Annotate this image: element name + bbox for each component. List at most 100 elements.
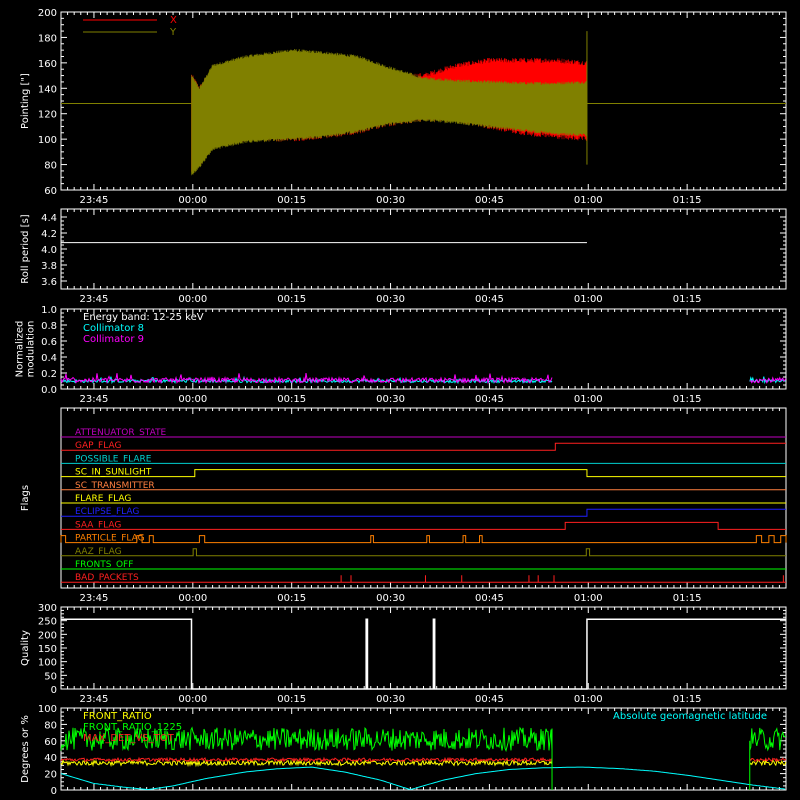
x-tick-label: 01:15 (673, 195, 702, 206)
panel-roll: Roll period [s] 23:45 00:00 00:15 00:30 00:45… (20, 208, 787, 305)
y-tick-label: 1.0 (41, 305, 57, 316)
y-tick-label: 300 (38, 603, 57, 614)
y-axis-label: Pointing ["] (20, 73, 31, 129)
x-tick-label: 01:00 (574, 195, 603, 206)
legend-label: FRONT_RATIO (83, 711, 152, 722)
y-tick-label: 50 (44, 671, 57, 682)
x-tick-label: 00:30 (376, 593, 405, 604)
y-tick-label: 0.0 (41, 385, 57, 396)
panel-flags: Flags 23:45 00:00 00:15 00:30 00:45 01:00 01:15… (20, 407, 787, 604)
x-tick-label: 00:30 (376, 394, 405, 405)
y-tick-label: 0 (51, 786, 57, 797)
y-tick-label: 80 (44, 161, 57, 172)
x-tick-label: 00:00 (178, 195, 207, 206)
x-tick-label: 23:45 (80, 294, 109, 305)
y-tick-label: 100 (38, 135, 57, 146)
x-tick-label: 00:30 (376, 694, 405, 705)
series-max-det-vs-tot (749, 757, 787, 763)
x-tick-label: 01:00 (574, 394, 603, 405)
y-tick-label: 180 (38, 33, 57, 44)
legend-label: Y (169, 27, 177, 38)
x-tick-label: 23:45 (80, 195, 109, 206)
x-tick-label: 01:15 (673, 593, 702, 604)
flag-trace (60, 535, 787, 544)
legend-label: FRONT_RATIO_1225 (83, 722, 182, 733)
flag-trace (61, 508, 786, 517)
y-tick-label: 100 (38, 704, 57, 715)
collimator-9-line (60, 373, 553, 385)
x-tick-label: 00:15 (277, 694, 306, 705)
y-tick-label: 0.8 (41, 321, 57, 332)
panel-ratios: Degrees or % 0 20 40 60 80 100 FRONT_RATIOFRONT… (20, 704, 787, 797)
series-max-det-vs-tot (60, 756, 553, 763)
x-tick-label: 23:45 (80, 593, 109, 604)
x-tick-label: 00:45 (475, 694, 504, 705)
plot-frame (60, 208, 787, 290)
x-tick-label: 00:15 (277, 394, 306, 405)
y-tick-label: 160 (38, 59, 57, 70)
x-tick-label: 00:45 (475, 294, 504, 305)
y-tick-label: 0.4 (41, 353, 57, 364)
y-tick-label: 3.6 (41, 277, 57, 288)
y-tick-label: 140 (38, 84, 57, 95)
panel-quality: Quality 23:45 00:00 00:15 00:30 00:45 01:00 01:… (20, 603, 787, 705)
x-tick-label: 01:15 (673, 294, 702, 305)
x-tick-label: 00:30 (376, 294, 405, 305)
x-tick-label: 01:15 (673, 694, 702, 705)
y-tick-label: 4.0 (41, 245, 57, 256)
flag-trace (61, 521, 786, 530)
y-tick-label: 0 (51, 685, 57, 696)
y-tick-label: 100 (38, 658, 57, 669)
flag-trace (61, 575, 786, 583)
y-axis-label: Degrees or % (20, 715, 31, 783)
x-tick-label: 00:00 (178, 294, 207, 305)
panel-pointing: Pointing ["] 23:45 00:00 00:15 00:30 00:45 01:… (20, 8, 787, 206)
x-tick-label: 01:15 (673, 394, 702, 405)
x-tick-label: 00:45 (475, 394, 504, 405)
y-axis-label: Flags (20, 485, 31, 511)
panel-modulation: Normalized modulation 23:45 00:00 00:15 00:30… (15, 305, 787, 405)
flag-trace (61, 442, 786, 451)
x-tick-label: 00:15 (277, 195, 306, 206)
flag-trace (61, 548, 786, 557)
y-tick-label: 120 (38, 110, 57, 121)
legend-label: X (170, 15, 177, 26)
x-tick-label: 01:00 (574, 294, 603, 305)
y-axis-label: modulation (26, 321, 37, 378)
x-tick-label: 00:45 (475, 593, 504, 604)
annotation: Energy band: 12-25 keV (83, 312, 204, 323)
x-tick-label: 23:45 (80, 694, 109, 705)
y-tick-label: 200 (38, 630, 57, 641)
x-tick-label: 00:15 (277, 593, 306, 604)
y-tick-label: 3.8 (41, 261, 57, 272)
series-absolute-geomagnetic-latitude (60, 766, 786, 791)
y-tick-label: 60 (44, 186, 57, 197)
y-axis-label: Quality (20, 630, 31, 666)
y-tick-label: 4.2 (41, 229, 57, 240)
x-tick-label: 00:30 (376, 195, 405, 206)
right-legend-label: Absolute geomagnetic latitude (613, 711, 767, 722)
x-tick-label: 23:45 (80, 394, 109, 405)
y-tick-label: 4.4 (41, 213, 57, 224)
x-tick-label: 00:00 (178, 394, 207, 405)
y-tick-label: 60 (44, 737, 57, 748)
y-axis-label: Normalized (15, 321, 26, 378)
y-tick-label: 80 (44, 720, 57, 731)
x-tick-label: 00:00 (178, 694, 207, 705)
rhessi-summary-chart: Pointing ["] 23:45 00:00 00:15 00:30 00:45 01:… (15, 8, 787, 797)
x-tick-label: 00:15 (277, 294, 306, 305)
x-tick-label: 00:00 (178, 593, 207, 604)
x-tick-label: 01:00 (574, 694, 603, 705)
y-tick-label: 40 (44, 753, 57, 764)
y-tick-label: 0.2 (41, 369, 57, 380)
series-front-ratio-1225 (749, 727, 787, 752)
y-tick-label: 20 (44, 770, 57, 781)
quality-line (61, 618, 786, 690)
plot-frame (60, 407, 787, 589)
x-tick-label: 00:45 (475, 195, 504, 206)
y-tick-label: 150 (38, 644, 57, 655)
annotation: Collimator 8 (83, 323, 144, 334)
x-tick-label: 01:00 (574, 593, 603, 604)
y-axis-label: Roll period [s] (20, 214, 31, 283)
flag-trace (61, 469, 786, 478)
